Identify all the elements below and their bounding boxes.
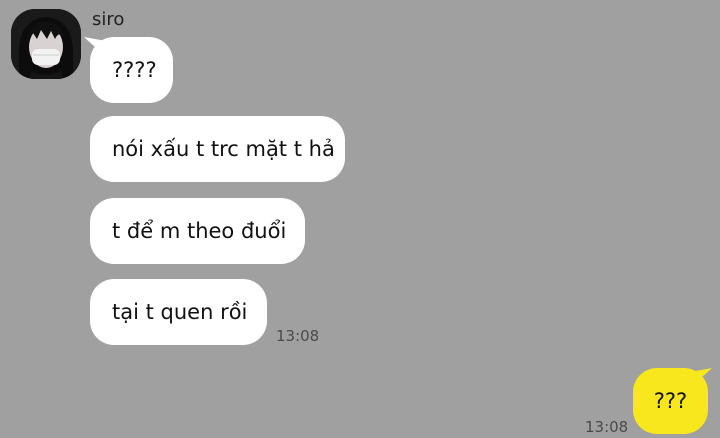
sender-name: siro [92,9,125,30]
incoming-message-bubble[interactable]: nói xấu t trc mặt t hả [90,116,345,182]
avatar-photo-icon [11,9,81,79]
message-text: ???? [112,57,157,82]
message-timestamp: 13:08 [585,418,629,436]
chat-view: siro ???? nói xấu t trc mặt t hả t để m … [0,0,720,438]
incoming-message-bubble[interactable]: ???? [90,37,173,103]
message-text: nói xấu t trc mặt t hả [112,136,335,161]
incoming-message-bubble[interactable]: t để m theo đuổi [90,198,305,264]
message-text: t để m theo đuổi [112,218,287,243]
message-text: tại t quen rồi [112,299,248,324]
incoming-message-bubble[interactable]: tại t quen rồi [90,279,267,345]
message-text: ??? [653,388,688,413]
contact-avatar[interactable] [11,9,81,79]
outgoing-bubble-tail [690,368,712,388]
message-timestamp: 13:08 [276,327,320,345]
